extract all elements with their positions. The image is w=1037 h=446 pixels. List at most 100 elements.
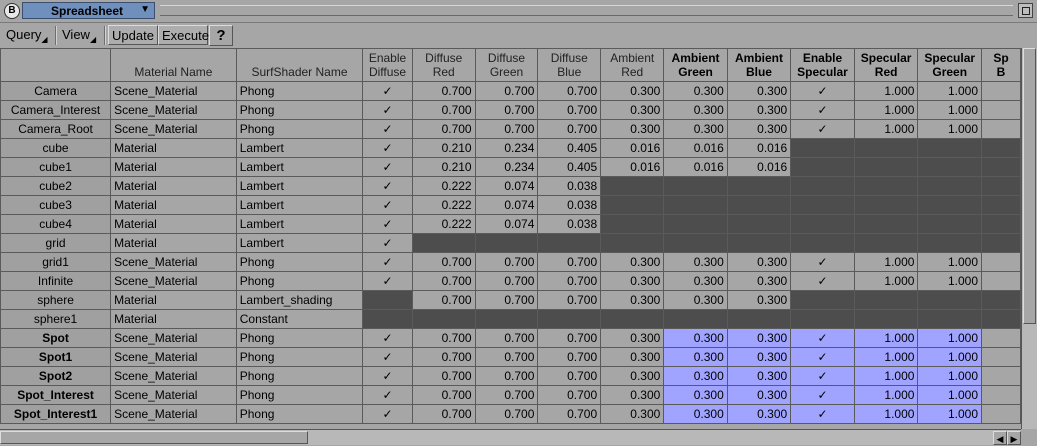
ambient-value-cell[interactable]: 0.016 (726, 157, 792, 177)
specular-value-cell[interactable]: 1.000 (853, 100, 919, 120)
column-header[interactable]: Sp B (981, 48, 1021, 82)
ambient-value-cell[interactable] (726, 214, 792, 234)
diffuse-value-cell[interactable] (411, 233, 476, 253)
diffuse-value-cell[interactable]: 0.700 (474, 119, 539, 139)
specular-blue-cell[interactable] (981, 328, 1021, 348)
surfshader-name-cell[interactable]: Phong (235, 100, 364, 120)
specular-value-cell[interactable] (917, 290, 983, 310)
diffuse-value-cell[interactable]: 0.700 (537, 119, 602, 139)
corner-header-cell[interactable] (0, 48, 112, 82)
ambient-value-cell[interactable] (600, 176, 665, 196)
enable-diffuse-check-icon[interactable]: ✓ (362, 385, 413, 405)
enable-specular-check-icon[interactable]: ✓ (790, 271, 855, 291)
specular-blue-cell[interactable] (981, 138, 1021, 158)
material-name-cell[interactable]: Scene_Material (110, 119, 237, 139)
ambient-value-cell[interactable]: 0.300 (600, 252, 665, 272)
column-header[interactable]: Specular Green (917, 48, 983, 82)
diffuse-value-cell[interactable]: 0.700 (411, 252, 476, 272)
specular-value-cell[interactable] (917, 309, 983, 329)
table-row[interactable]: Spot_Interest Scene_Material Phong ✓ 0.700 0.… (0, 385, 1021, 405)
surfshader-name-cell[interactable]: Phong (235, 252, 364, 272)
enable-diffuse-cell[interactable] (362, 290, 413, 310)
column-header[interactable]: Material Name (110, 48, 237, 82)
ambient-value-cell[interactable]: 0.300 (726, 366, 792, 386)
row-header[interactable]: Infinite (0, 271, 112, 291)
ambient-value-cell[interactable]: 0.300 (663, 271, 728, 291)
ambient-value-cell[interactable]: 0.016 (600, 157, 665, 177)
specular-blue-cell[interactable] (981, 233, 1021, 253)
diffuse-value-cell[interactable]: 0.700 (537, 290, 602, 310)
row-header[interactable]: grid (0, 233, 112, 253)
table-row[interactable]: Camera Scene_Material Phong ✓ 0.700 0.700 0.70… (0, 81, 1021, 101)
material-name-cell[interactable]: Scene_Material (110, 385, 237, 405)
ambient-value-cell[interactable]: 0.300 (726, 290, 792, 310)
ambient-value-cell[interactable] (663, 195, 728, 215)
diffuse-value-cell[interactable]: 0.700 (474, 100, 539, 120)
specular-value-cell[interactable]: 1.000 (853, 366, 919, 386)
row-header[interactable]: cube1 (0, 157, 112, 177)
ambient-value-cell[interactable]: 0.300 (663, 81, 728, 101)
diffuse-value-cell[interactable]: 0.700 (537, 271, 602, 291)
material-name-cell[interactable]: Scene_Material (110, 328, 237, 348)
specular-blue-cell[interactable] (981, 157, 1021, 177)
ambient-value-cell[interactable] (726, 195, 792, 215)
ambient-value-cell[interactable] (663, 176, 728, 196)
enable-diffuse-check-icon[interactable]: ✓ (362, 119, 413, 139)
table-row[interactable]: sphere Material Lambert_shading 0.700 0.700 0… (0, 290, 1021, 310)
row-header[interactable]: Spot (0, 328, 112, 348)
row-header[interactable]: Camera_Root (0, 119, 112, 139)
enable-diffuse-check-icon[interactable]: ✓ (362, 176, 413, 196)
diffuse-value-cell[interactable]: 0.700 (474, 81, 539, 101)
specular-value-cell[interactable]: 1.000 (853, 81, 919, 101)
material-name-cell[interactable]: Material (110, 195, 237, 215)
enable-specular-check-icon[interactable]: ✓ (790, 347, 855, 367)
column-header[interactable]: SurfShader Name (235, 48, 364, 82)
enable-specular-cell[interactable] (790, 214, 855, 234)
ambient-value-cell[interactable] (600, 233, 665, 253)
row-header[interactable]: Camera_Interest (0, 100, 112, 120)
diffuse-value-cell[interactable]: 0.700 (537, 404, 602, 424)
title-menu-caret-icon[interactable]: ▼ (140, 4, 150, 15)
enable-diffuse-check-icon[interactable]: ✓ (362, 328, 413, 348)
ambient-value-cell[interactable]: 0.300 (663, 366, 728, 386)
diffuse-value-cell[interactable] (474, 309, 539, 329)
diffuse-value-cell[interactable]: 0.038 (537, 214, 602, 234)
column-header[interactable]: Enable Diffuse (362, 48, 413, 82)
column-header[interactable]: Ambient Red (600, 48, 665, 82)
surfshader-name-cell[interactable]: Phong (235, 366, 364, 386)
enable-specular-cell[interactable] (790, 176, 855, 196)
diffuse-value-cell[interactable]: 0.700 (411, 100, 476, 120)
diffuse-value-cell[interactable]: 0.700 (411, 385, 476, 405)
execute-button[interactable]: Execute (158, 25, 209, 45)
surfshader-name-cell[interactable]: Phong (235, 119, 364, 139)
diffuse-value-cell[interactable]: 0.700 (411, 328, 476, 348)
specular-blue-cell[interactable] (981, 309, 1021, 329)
specular-value-cell[interactable]: 1.000 (917, 347, 983, 367)
diffuse-value-cell[interactable]: 0.700 (474, 252, 539, 272)
column-header[interactable]: Diffuse Blue (537, 48, 602, 82)
specular-value-cell[interactable]: 1.000 (853, 347, 919, 367)
diffuse-value-cell[interactable]: 0.700 (537, 81, 602, 101)
diffuse-value-cell[interactable]: 0.700 (474, 366, 539, 386)
ambient-value-cell[interactable]: 0.300 (663, 328, 728, 348)
ambient-value-cell[interactable] (726, 309, 792, 329)
ambient-value-cell[interactable] (726, 233, 792, 253)
column-header[interactable]: Specular Red (853, 48, 919, 82)
column-header[interactable]: Enable Specular (790, 48, 855, 82)
enable-diffuse-check-icon[interactable]: ✓ (362, 347, 413, 367)
specular-value-cell[interactable] (917, 157, 983, 177)
specular-blue-cell[interactable] (981, 176, 1021, 196)
ambient-value-cell[interactable]: 0.300 (663, 404, 728, 424)
ambient-value-cell[interactable]: 0.300 (600, 404, 665, 424)
update-button[interactable]: Update (108, 25, 158, 45)
diffuse-value-cell[interactable]: 0.222 (411, 214, 476, 234)
ambient-value-cell[interactable]: 0.300 (600, 347, 665, 367)
specular-value-cell[interactable] (917, 195, 983, 215)
specular-value-cell[interactable]: 1.000 (853, 404, 919, 424)
specular-value-cell[interactable]: 1.000 (917, 366, 983, 386)
enable-diffuse-check-icon[interactable]: ✓ (362, 252, 413, 272)
ambient-value-cell[interactable]: 0.300 (726, 119, 792, 139)
view-menu[interactable]: View◢ (59, 25, 99, 45)
horizontal-scrollbar[interactable]: ◀ ▶ (0, 429, 1021, 445)
table-row[interactable]: Spot1 Scene_Material Phong ✓ 0.700 0.700 0.700… (0, 347, 1021, 367)
